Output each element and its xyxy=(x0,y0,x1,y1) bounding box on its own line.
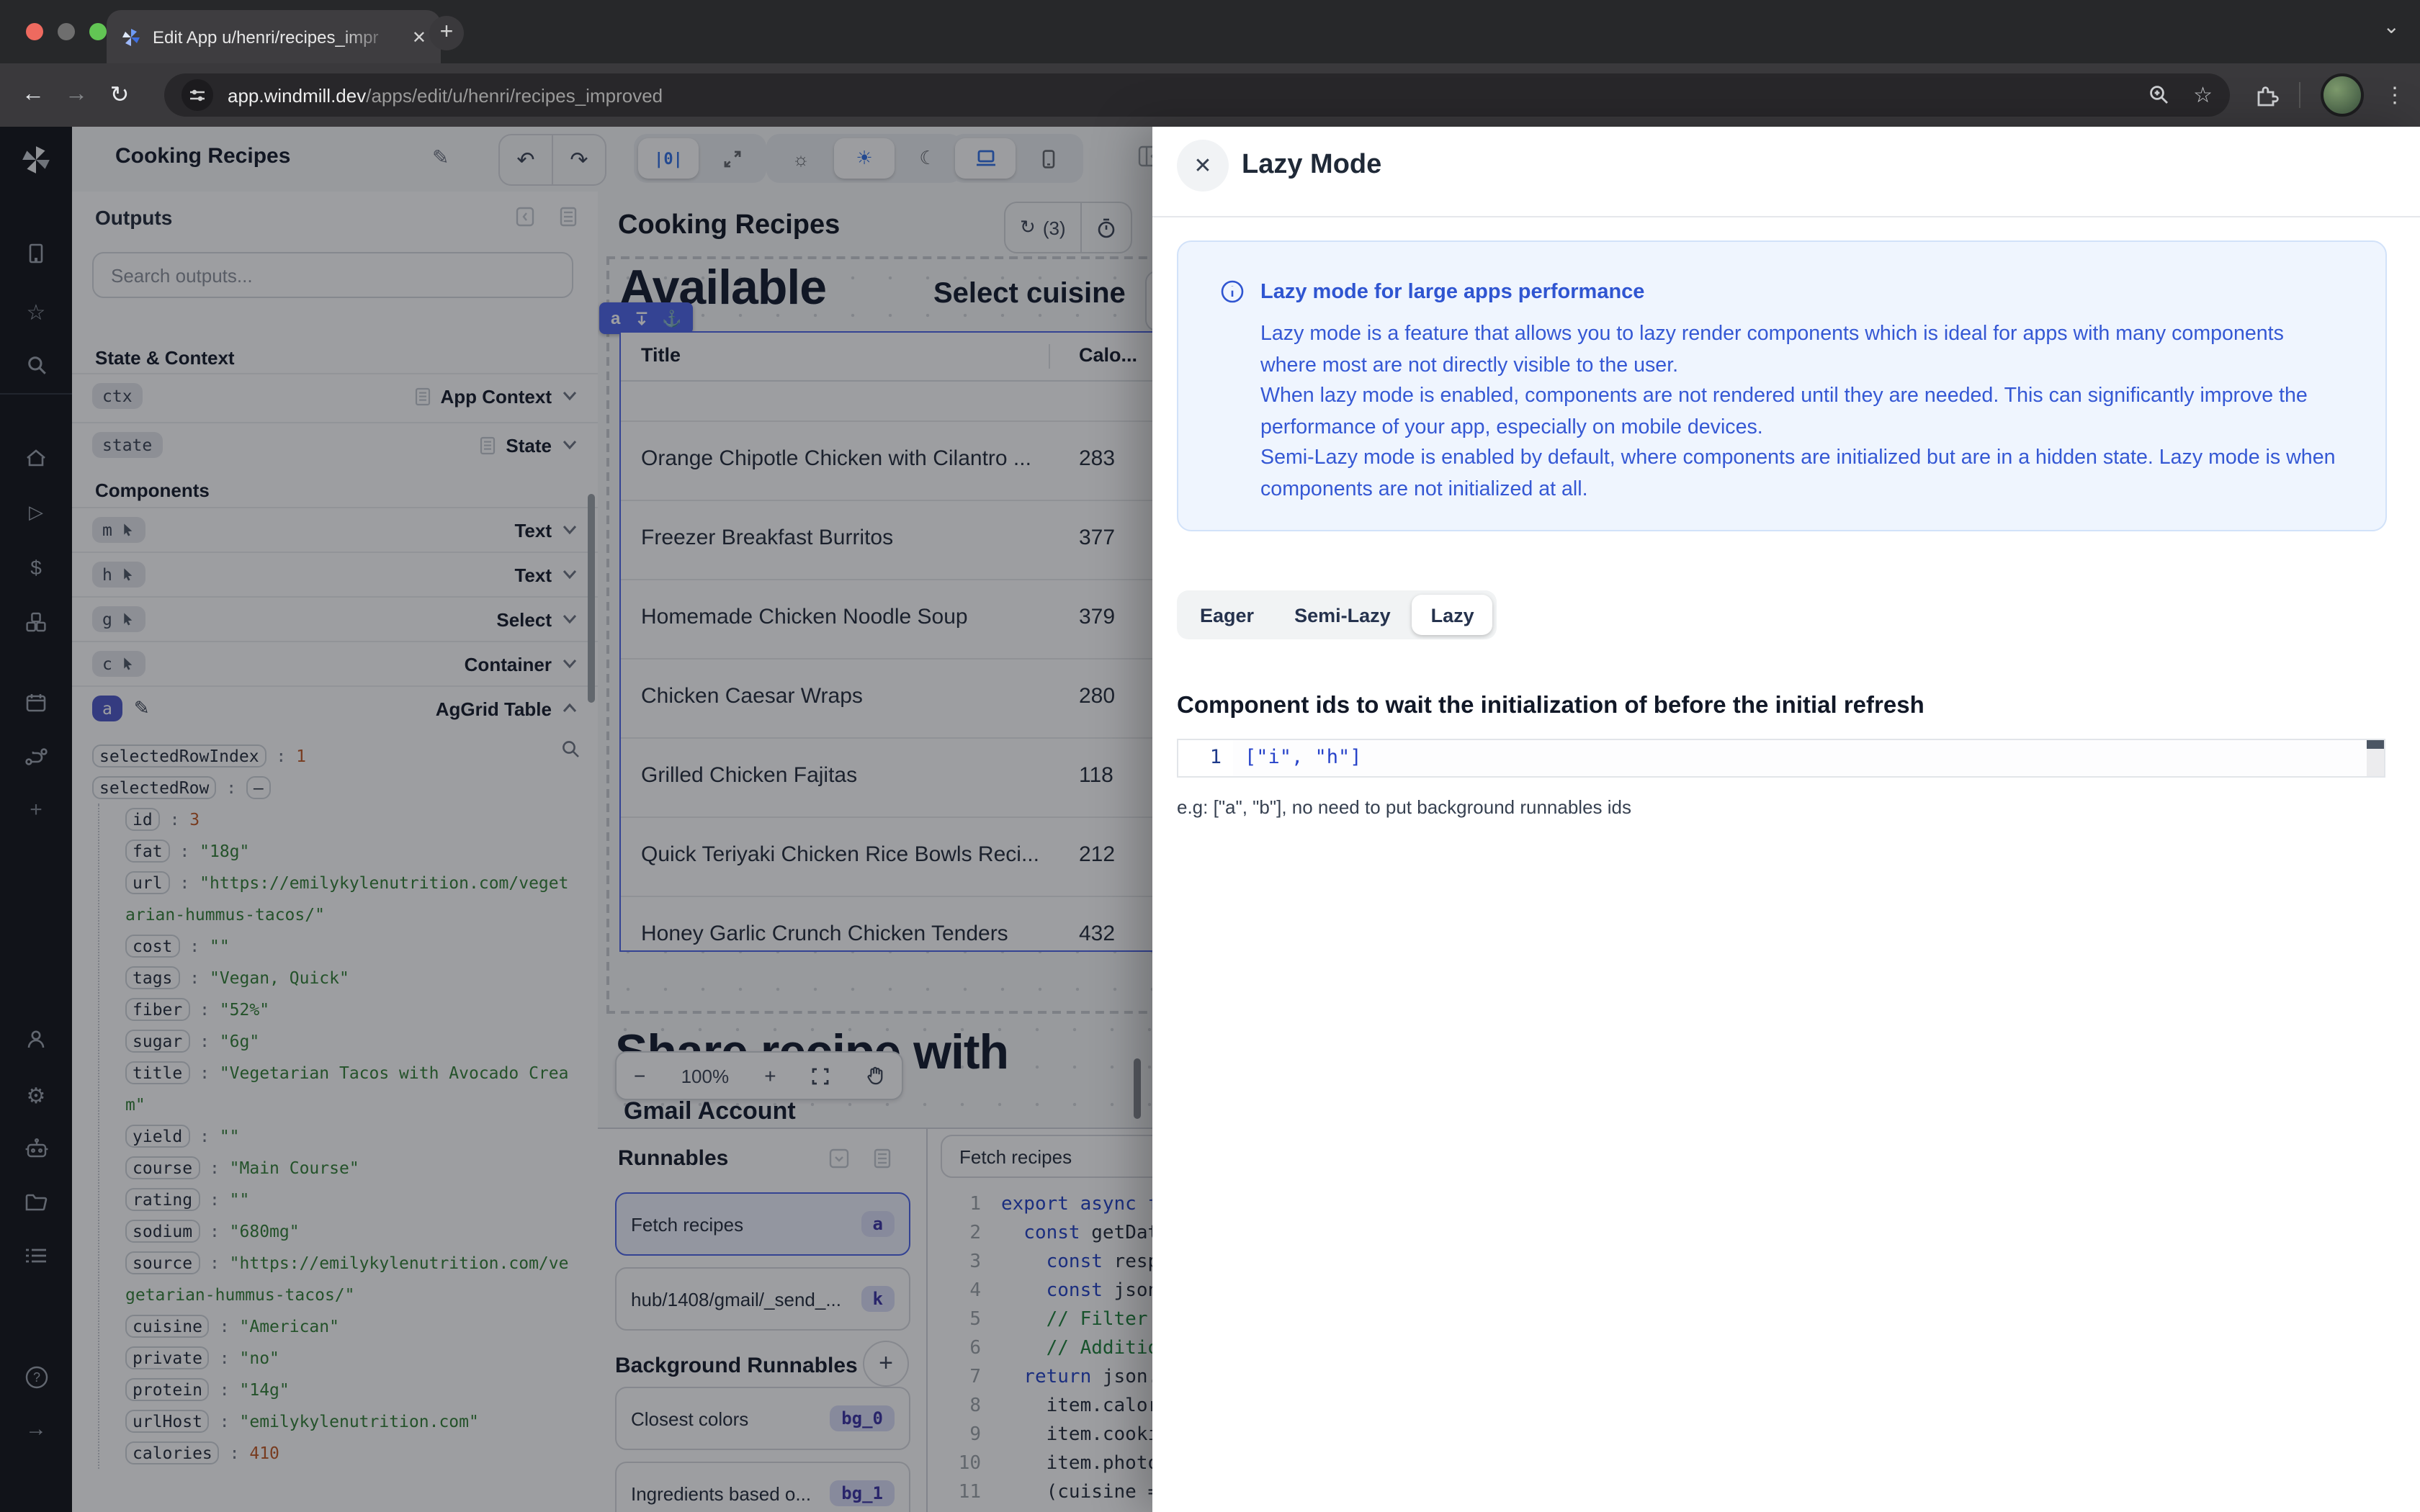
profile-avatar[interactable] xyxy=(2321,73,2364,117)
lazy-mode-seg-control: Eager Semi-Lazy Lazy xyxy=(1177,590,1497,639)
screenshot-viewport: Edit App u/henri/recipes_impr ✕ + ⌄ ← → … xyxy=(0,0,2420,1512)
site-settings-icon[interactable] xyxy=(182,79,213,111)
component-ids-value[interactable]: ["i", "h"] xyxy=(1245,740,1362,776)
editor-scrollbar-thumb[interactable] xyxy=(2367,740,2384,749)
drawer-title: Lazy Mode xyxy=(1242,150,1382,180)
tab-title: Edit App u/henri/recipes_impr xyxy=(153,27,379,47)
editor-line-number: 1 xyxy=(1178,740,1233,776)
info-icon xyxy=(1221,280,1244,303)
tab-search-chevron-icon[interactable]: ⌄ xyxy=(2383,14,2400,39)
zoom-page-icon[interactable] xyxy=(2147,84,2170,107)
traffic-minimize-button[interactable] xyxy=(58,23,75,40)
tab-close-icon[interactable]: ✕ xyxy=(412,28,426,45)
info-title: Lazy mode for large apps performance xyxy=(1260,281,1645,304)
browser-menu-icon[interactable]: ⋮ xyxy=(2384,82,2406,108)
tab-strip: Edit App u/henri/recipes_impr ✕ + ⌄ xyxy=(0,0,2420,63)
reload-button[interactable]: ↻ xyxy=(98,81,141,109)
info-body: Lazy mode is a feature that allows you t… xyxy=(1260,320,2345,505)
toolbar-separator xyxy=(2299,82,2300,108)
editor-scrollbar-track[interactable] xyxy=(2367,740,2384,776)
browser-toolbar: ← → ↻ app.windmill.dev/apps/edit/u/henri… xyxy=(0,63,2420,127)
back-button[interactable]: ← xyxy=(12,82,55,108)
extensions-puzzle-icon[interactable] xyxy=(2254,83,2279,107)
mode-eager-button[interactable]: Eager xyxy=(1181,595,1273,635)
drawer-divider xyxy=(1152,216,2420,217)
windmill-favicon xyxy=(122,28,140,45)
component-ids-editor[interactable]: 1 ["i", "h"] xyxy=(1177,739,2385,778)
stage: Edit App u/henri/recipes_impr ✕ + ⌄ ← → … xyxy=(0,0,2420,1512)
info-paragraph-1: Lazy mode is a feature that allows you t… xyxy=(1260,323,2284,377)
mode-lazy-button[interactable]: Lazy xyxy=(1412,595,1493,635)
traffic-zoom-button[interactable] xyxy=(89,23,107,40)
browser-tab[interactable]: Edit App u/henri/recipes_impr ✕ xyxy=(107,10,441,63)
new-tab-button[interactable]: + xyxy=(429,16,464,50)
bookmark-star-icon[interactable]: ☆ xyxy=(2193,82,2213,108)
url-bar[interactable]: app.windmill.dev/apps/edit/u/henri/recip… xyxy=(164,73,2230,117)
url-path: /apps/edit/u/henri/recipes_improved xyxy=(366,84,663,106)
traffic-close-button[interactable] xyxy=(26,23,43,40)
url-text: app.windmill.dev/apps/edit/u/henri/recip… xyxy=(228,84,663,106)
url-host: app.windmill.dev xyxy=(228,84,367,106)
info-paragraph-3: Semi-Lazy mode is enabled by default, wh… xyxy=(1260,446,2336,500)
component-ids-hint: e.g: ["a", "b"], no need to put backgrou… xyxy=(1177,796,1632,818)
component-ids-heading: Component ids to wait the initialization… xyxy=(1177,693,1924,719)
lazy-mode-drawer: ✕ Lazy Mode Lazy mode for large apps per… xyxy=(1152,127,2420,1512)
close-drawer-button[interactable]: ✕ xyxy=(1177,140,1229,192)
forward-button[interactable]: → xyxy=(55,82,98,108)
lazy-mode-info-box: Lazy mode for large apps performance Laz… xyxy=(1177,240,2387,531)
info-paragraph-2: When lazy mode is enabled, components ar… xyxy=(1260,384,2308,438)
mode-semi-lazy-button[interactable]: Semi-Lazy xyxy=(1276,595,1410,635)
browser-chrome: Edit App u/henri/recipes_impr ✕ + ⌄ ← → … xyxy=(0,0,2420,127)
